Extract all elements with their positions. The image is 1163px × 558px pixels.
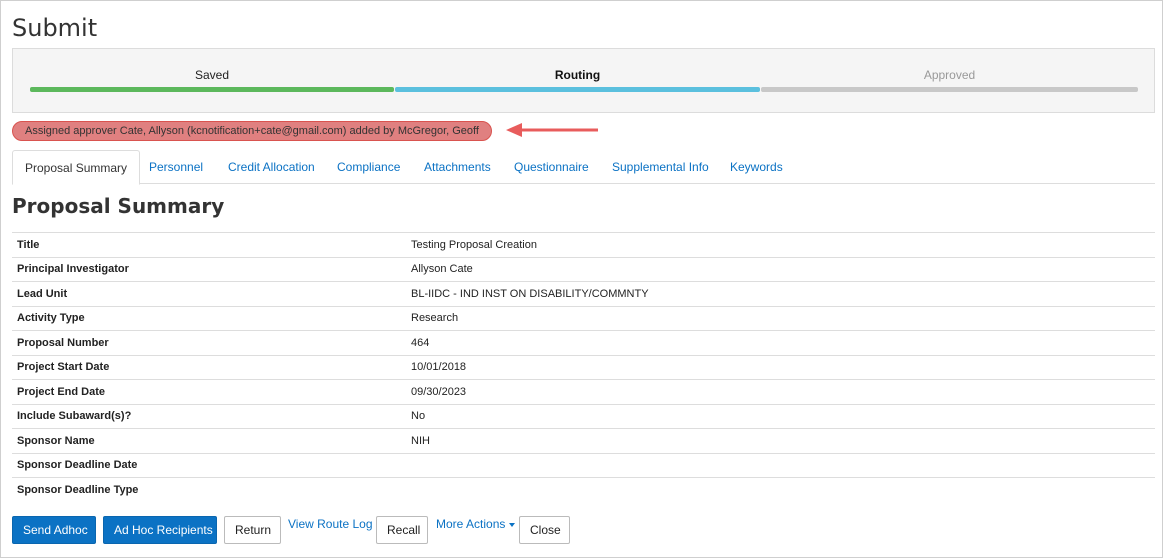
- table-row: Principal Investigator Allyson Cate: [12, 256, 1155, 282]
- progress-step-label: Approved: [923, 68, 976, 82]
- tab-questionnaire[interactable]: Questionnaire: [502, 150, 601, 184]
- row-label: Lead Unit: [12, 281, 406, 306]
- row-label: Sponsor Deadline Date: [12, 452, 406, 478]
- progress-step-routing: Routing: [395, 67, 760, 92]
- table-row: Proposal Number 464: [12, 330, 1155, 355]
- tab-compliance[interactable]: Compliance: [325, 150, 412, 184]
- table-row: Activity Type Research: [12, 305, 1155, 331]
- row-label: Activity Type: [12, 305, 406, 331]
- proposal-summary-table: Title Testing Proposal Creation Principal…: [12, 232, 1155, 502]
- table-row: Title Testing Proposal Creation: [12, 232, 1155, 257]
- arrow-left-icon: [506, 123, 598, 137]
- row-value: Testing Proposal Creation: [406, 232, 1155, 257]
- row-value: 464: [406, 330, 1155, 355]
- progress-step-label: Routing: [554, 68, 601, 82]
- table-row: Sponsor Deadline Type: [12, 477, 1155, 502]
- adhoc-recipients-button[interactable]: Ad Hoc Recipients: [103, 516, 217, 544]
- row-value: [406, 452, 1155, 478]
- page-title: Submit: [12, 14, 98, 42]
- more-actions-label: More Actions: [436, 517, 506, 531]
- row-label: Sponsor Deadline Type: [12, 477, 406, 502]
- row-label: Proposal Number: [12, 330, 406, 355]
- row-value: 10/01/2018: [406, 354, 1155, 380]
- tab-supplemental-info[interactable]: Supplemental Info: [600, 150, 721, 184]
- table-row: Project Start Date 10/01/2018: [12, 354, 1155, 380]
- progress-bar-routing: [395, 87, 760, 92]
- view-route-log-link[interactable]: View Route Log: [288, 516, 373, 536]
- row-value: BL-IIDC - IND INST ON DISABILITY/COMMNTY: [406, 281, 1155, 306]
- tab-attachments[interactable]: Attachments: [412, 150, 503, 184]
- table-row: Include Subaward(s)? No: [12, 403, 1155, 429]
- return-button[interactable]: Return: [224, 516, 281, 544]
- table-row: Lead Unit BL-IIDC - IND INST ON DISABILIT…: [12, 281, 1155, 306]
- recall-button[interactable]: Recall: [376, 516, 428, 544]
- row-label: Sponsor Name: [12, 428, 406, 453]
- table-row: Project End Date 09/30/2023: [12, 379, 1155, 404]
- table-row: Sponsor Name NIH: [12, 428, 1155, 453]
- table-row: Sponsor Deadline Date: [12, 452, 1155, 478]
- row-label: Project Start Date: [12, 354, 406, 380]
- tab-keywords[interactable]: Keywords: [718, 150, 795, 184]
- close-button[interactable]: Close: [519, 516, 570, 544]
- send-adhoc-button[interactable]: Send Adhoc: [12, 516, 96, 544]
- row-label: Title: [12, 232, 406, 257]
- row-value: Research: [406, 305, 1155, 331]
- row-value: No: [406, 403, 1155, 429]
- row-value: 09/30/2023: [406, 379, 1155, 404]
- row-label: Principal Investigator: [12, 256, 406, 282]
- progress-bar-saved: [30, 87, 394, 92]
- progress-step-saved: Saved: [30, 67, 394, 92]
- row-value: NIH: [406, 428, 1155, 453]
- row-label: Project End Date: [12, 379, 406, 404]
- tab-personnel[interactable]: Personnel: [137, 150, 215, 184]
- route-progress: Saved Routing Approved: [12, 48, 1155, 113]
- tab-proposal-summary[interactable]: Proposal Summary: [12, 150, 141, 185]
- progress-step-label: Saved: [194, 68, 230, 82]
- approver-added-alert: Assigned approver Cate, Allyson (kcnotif…: [12, 121, 492, 141]
- row-value: Allyson Cate: [406, 256, 1155, 282]
- more-actions-dropdown[interactable]: More Actions: [436, 516, 516, 536]
- proposal-tabs: Proposal Summary Personnel Credit Alloca…: [12, 150, 1155, 185]
- caret-down-icon: [509, 522, 516, 527]
- tab-credit-allocation[interactable]: Credit Allocation: [216, 150, 327, 184]
- row-value: [406, 477, 1155, 502]
- section-title: Proposal Summary: [12, 194, 225, 218]
- progress-step-approved: Approved: [761, 67, 1138, 92]
- progress-bar-approved: [761, 87, 1138, 92]
- row-label: Include Subaward(s)?: [12, 403, 406, 429]
